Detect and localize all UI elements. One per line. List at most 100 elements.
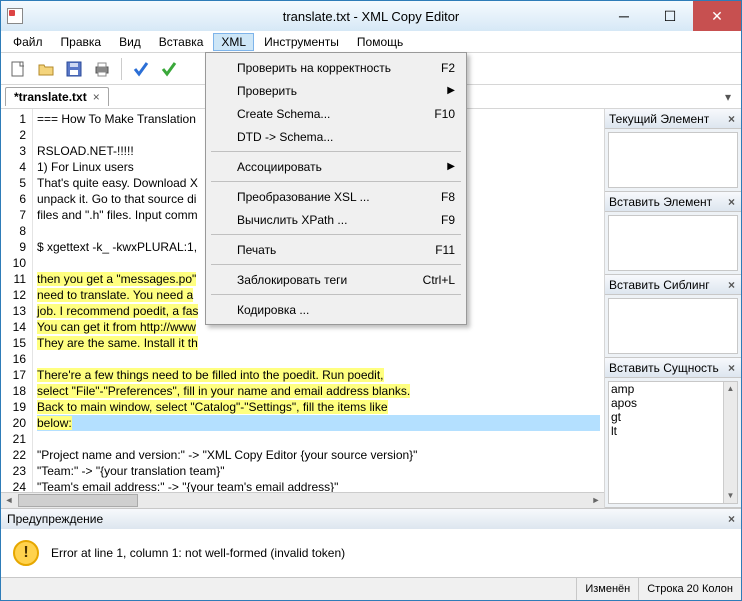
panel-insert-element: Вставить Элемент ×: [605, 192, 741, 275]
horizontal-scrollbar[interactable]: ◄ ►: [1, 492, 604, 508]
menu-separator: [211, 294, 461, 295]
close-button[interactable]: ✕: [693, 1, 741, 31]
menu-item-label: Проверить: [237, 84, 297, 98]
menu-item[interactable]: Проверить ▶: [209, 79, 463, 102]
menu-shortcut: F10: [434, 107, 455, 121]
menu-item[interactable]: Преобразование XSL ... F8: [209, 185, 463, 208]
panel-title: Вставить Сиблинг: [609, 278, 710, 292]
code-line[interactable]: [37, 351, 600, 367]
statusbar: Изменён Строка 20 Колон: [1, 577, 741, 600]
panel-scrollbar[interactable]: [723, 382, 737, 503]
scroll-right-icon[interactable]: ►: [588, 493, 604, 508]
entity-item[interactable]: gt: [611, 410, 735, 424]
code-line[interactable]: [37, 431, 600, 447]
menu-shortcut: F9: [441, 213, 455, 227]
warning-icon: !: [13, 540, 39, 566]
menu-shortcut: F11: [435, 243, 455, 257]
tab-translate[interactable]: *translate.txt ×: [5, 87, 109, 106]
menu-item-label: Преобразование XSL ...: [237, 190, 370, 204]
panel-close-icon[interactable]: ×: [726, 361, 737, 375]
panel-title: Текущий Элемент: [609, 112, 709, 126]
status-modified: Изменён: [576, 578, 638, 600]
panel-body[interactable]: [608, 132, 738, 188]
entity-list[interactable]: ampaposgtlt: [608, 381, 738, 504]
tab-label: *translate.txt: [14, 90, 87, 104]
code-line[interactable]: They are the same. Install it th: [37, 335, 600, 351]
app-window: translate.txt - XML Copy Editor ─ ☐ ✕ Фа…: [0, 0, 742, 601]
status-position: Строка 20 Колон: [638, 578, 741, 600]
panel-close-icon[interactable]: ×: [726, 278, 737, 292]
toolbar-separator: [121, 58, 122, 80]
menu-item[interactable]: Кодировка ...: [209, 298, 463, 321]
print-button[interactable]: [91, 58, 113, 80]
menu-файл[interactable]: Файл: [5, 33, 51, 51]
tab-overflow-button[interactable]: ▾: [725, 90, 731, 104]
menu-item[interactable]: Проверить на корректностьF2: [209, 56, 463, 79]
panel-close-icon[interactable]: ×: [726, 195, 737, 209]
menu-item-label: Ассоциировать: [237, 160, 322, 174]
code-line[interactable]: Back to main window, select "Catalog"-"S…: [37, 399, 600, 415]
menu-item-label: DTD -> Schema...: [237, 130, 333, 144]
open-file-button[interactable]: [35, 58, 57, 80]
menu-shortcut: Ctrl+L: [423, 273, 455, 287]
tab-close-icon[interactable]: ×: [93, 90, 100, 104]
menu-вид[interactable]: Вид: [111, 33, 149, 51]
entity-item[interactable]: amp: [611, 382, 735, 396]
panel-title: Вставить Элемент: [609, 195, 712, 209]
minimize-button[interactable]: ─: [601, 1, 647, 31]
menubar: ФайлПравкаВидВставкаXMLИнструментыПомощь: [1, 31, 741, 53]
code-line[interactable]: select "File"-"Preferences", fill in you…: [37, 383, 600, 399]
menu-item-label: Печать: [237, 243, 276, 257]
panel-close-icon[interactable]: ×: [726, 112, 737, 126]
window-title: translate.txt - XML Copy Editor: [283, 9, 460, 24]
menu-item-label: Заблокировать теги: [237, 273, 347, 287]
menu-separator: [211, 234, 461, 235]
save-file-button[interactable]: [63, 58, 85, 80]
menu-item-label: Вычислить XPath ...: [237, 213, 347, 227]
menu-инструменты[interactable]: Инструменты: [256, 33, 347, 51]
warning-close-icon[interactable]: ×: [728, 512, 735, 526]
menu-separator: [211, 151, 461, 152]
code-line[interactable]: "Project name and version:" -> "XML Copy…: [37, 447, 600, 463]
menu-item[interactable]: Печать F11: [209, 238, 463, 261]
menu-item[interactable]: DTD -> Schema...: [209, 125, 463, 148]
code-line[interactable]: "Team's email address:" -> "{your team's…: [37, 479, 600, 492]
sidebar: Текущий Элемент × Вставить Элемент × Встав…: [605, 109, 741, 508]
menu-вставка[interactable]: Вставка: [151, 33, 212, 51]
menu-правка[interactable]: Правка: [53, 33, 110, 51]
menu-item-label: Кодировка ...: [237, 303, 309, 317]
submenu-arrow-icon: ▶: [447, 85, 455, 96]
entity-item[interactable]: apos: [611, 396, 735, 410]
menu-помощь[interactable]: Помощь: [349, 33, 411, 51]
scroll-thumb[interactable]: [18, 494, 138, 507]
code-line[interactable]: "Team:" -> "{your translation team}": [37, 463, 600, 479]
entity-item[interactable]: lt: [611, 424, 735, 438]
menu-xml[interactable]: XML: [213, 33, 254, 51]
menu-separator: [211, 264, 461, 265]
menu-item[interactable]: Create Schema...F10: [209, 102, 463, 125]
panel-title: Вставить Сущность: [609, 361, 719, 375]
panel-insert-entity: Вставить Сущность × ampaposgtlt: [605, 358, 741, 508]
warning-title: Предупреждение: [7, 512, 103, 526]
panel-current-element: Текущий Элемент ×: [605, 109, 741, 192]
menu-shortcut: F8: [441, 190, 455, 204]
warning-panel: Предупреждение × ! Error at line 1, colum…: [1, 508, 741, 577]
new-file-button[interactable]: [7, 58, 29, 80]
menu-item[interactable]: Вычислить XPath ... F9: [209, 208, 463, 231]
check-blue-button[interactable]: [130, 58, 152, 80]
line-gutter: 1234567891011121314151617181920212223242…: [1, 109, 33, 492]
panel-body[interactable]: [608, 215, 738, 271]
titlebar: translate.txt - XML Copy Editor ─ ☐ ✕: [1, 1, 741, 31]
panel-body[interactable]: [608, 298, 738, 354]
scroll-left-icon[interactable]: ◄: [1, 493, 17, 508]
app-icon: [7, 8, 23, 24]
menu-item[interactable]: Ассоциировать ▶: [209, 155, 463, 178]
code-line[interactable]: below:: [37, 415, 600, 431]
menu-shortcut: F2: [441, 61, 455, 75]
warning-message: Error at line 1, column 1: not well-form…: [51, 546, 345, 560]
submenu-arrow-icon: ▶: [447, 161, 455, 172]
code-line[interactable]: There're a few things need to be filled …: [37, 367, 600, 383]
menu-item[interactable]: Заблокировать теги Ctrl+L: [209, 268, 463, 291]
maximize-button[interactable]: ☐: [647, 1, 693, 31]
check-green-button[interactable]: [158, 58, 180, 80]
